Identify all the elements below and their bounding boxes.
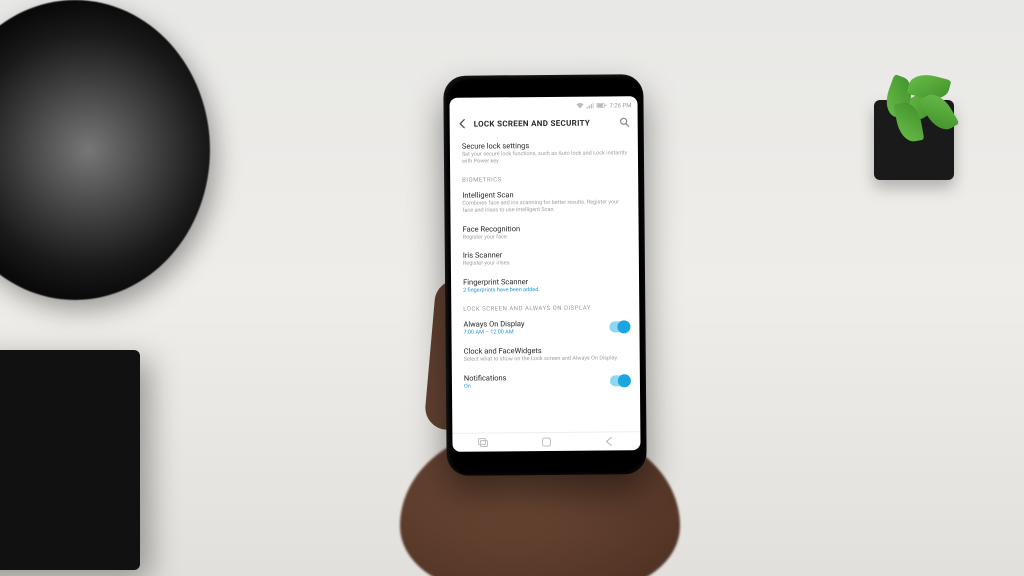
item-label: Intelligent Scan xyxy=(462,189,628,199)
back-icon xyxy=(603,436,615,446)
item-desc: Register your face. xyxy=(463,233,629,241)
nav-back-button[interactable] xyxy=(600,435,618,447)
item-label: Face Recognition xyxy=(463,223,629,233)
phone-screen: 7:26 PM LOCK SCREEN AND SECURITY Secure … xyxy=(449,96,640,452)
item-always-on-display[interactable]: Always On Display 7:00 AM – 12:00 AM xyxy=(451,313,639,342)
back-button[interactable] xyxy=(456,117,470,131)
camera-lens-prop xyxy=(0,0,210,300)
battery-icon xyxy=(596,102,606,108)
system-nav-bar xyxy=(452,431,640,452)
home-icon xyxy=(540,437,552,447)
status-bar: 7:26 PM xyxy=(449,96,637,113)
section-aod: LOCK SCREEN AND ALWAYS ON DISPLAY xyxy=(451,298,639,315)
item-desc: On xyxy=(464,382,610,390)
item-iris-scanner[interactable]: Iris Scanner Register your irises. xyxy=(451,245,639,274)
phone-frame: 7:26 PM LOCK SCREEN AND SECURITY Secure … xyxy=(443,74,646,476)
recents-icon xyxy=(478,437,490,447)
signal-icon xyxy=(586,103,593,109)
item-desc: 2 fingerprints have been added. xyxy=(463,287,629,295)
item-intelligent-scan[interactable]: Intelligent Scan Combines face and iris … xyxy=(450,184,638,219)
section-biometrics: BIOMETRICS xyxy=(450,169,638,186)
item-clock-facewidgets[interactable]: Clock and FaceWidgets Select what to sho… xyxy=(452,340,640,369)
nav-recents-button[interactable] xyxy=(475,436,493,448)
item-label: Notifications xyxy=(464,372,610,382)
item-desc: Register your irises. xyxy=(463,260,629,268)
camera-body-prop xyxy=(0,350,140,570)
item-fingerprint-scanner[interactable]: Fingerprint Scanner 2 fingerprints have … xyxy=(451,271,639,300)
item-label: Fingerprint Scanner xyxy=(463,277,629,287)
item-desc: Select what to show on the Lock screen a… xyxy=(464,355,630,363)
item-face-recognition[interactable]: Face Recognition Register your face. xyxy=(451,218,639,247)
item-label: Always On Display xyxy=(463,319,609,329)
plant-pot-prop xyxy=(874,100,954,180)
wifi-icon xyxy=(576,103,583,109)
search-button[interactable] xyxy=(618,115,632,129)
toggle-always-on-display[interactable] xyxy=(609,321,629,332)
item-desc: Combines face and iris scanning for bett… xyxy=(462,199,628,214)
settings-list[interactable]: Secure lock settings Set your secure loc… xyxy=(450,135,641,433)
item-secure-lock-settings[interactable]: Secure lock settings Set your secure loc… xyxy=(450,135,638,170)
item-desc: Set your secure lock functions, such as … xyxy=(462,150,628,165)
item-desc: 7:00 AM – 12:00 AM xyxy=(463,329,609,337)
nav-home-button[interactable] xyxy=(537,436,555,448)
item-notifications[interactable]: Notifications On xyxy=(452,367,640,396)
item-label: Iris Scanner xyxy=(463,250,629,260)
search-icon xyxy=(620,117,630,127)
status-time: 7:26 PM xyxy=(609,102,631,109)
item-label: Clock and FaceWidgets xyxy=(464,345,630,355)
toggle-notifications[interactable] xyxy=(610,375,630,386)
page-title: LOCK SCREEN AND SECURITY xyxy=(470,118,618,128)
header-bar: LOCK SCREEN AND SECURITY xyxy=(450,111,638,137)
item-label: Secure lock settings xyxy=(462,140,628,150)
